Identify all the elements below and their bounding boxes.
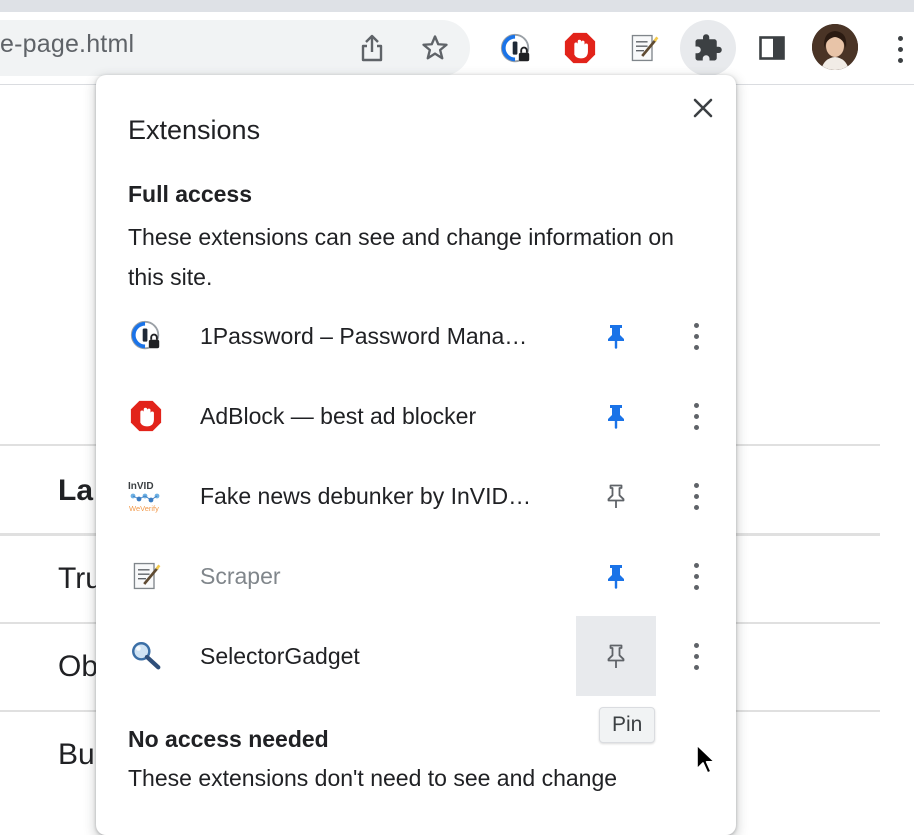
extension-name[interactable]: SelectorGadget	[200, 643, 360, 670]
more-options-button[interactable]	[680, 396, 712, 436]
1password-icon	[128, 318, 164, 354]
unpinned-icon	[607, 644, 625, 668]
popup-title: Extensions	[128, 115, 261, 145]
pinned-icon	[608, 565, 624, 589]
more-options-button[interactable]	[680, 556, 712, 596]
svg-text:InVID: InVID	[128, 481, 154, 492]
page-heading-fragment: La	[58, 474, 94, 507]
extension-name[interactable]: Scraper	[200, 563, 281, 590]
pin-button[interactable]	[576, 456, 656, 536]
pinned-icon	[608, 405, 624, 429]
adblock-icon	[128, 398, 164, 434]
adblock-icon[interactable]	[562, 30, 598, 66]
pinned-icon	[608, 325, 624, 349]
url-text[interactable]: e-page.html	[0, 30, 134, 59]
mouse-cursor-icon	[695, 743, 717, 782]
extension-row-adblock[interactable]: AdBlock — best ad blocker	[96, 376, 736, 456]
extension-name[interactable]: 1Password – Password Mana…	[200, 323, 527, 350]
pin-button[interactable]	[576, 376, 656, 456]
section-description: These extensions don't need to see and c…	[128, 765, 618, 791]
more-options-button[interactable]	[680, 636, 712, 676]
unpinned-icon	[607, 484, 625, 508]
extension-name[interactable]: AdBlock — best ad blocker	[200, 403, 476, 430]
extension-row-invid[interactable]: InVID WeVerify Fake news debunker by InV…	[96, 456, 736, 536]
close-icon	[693, 98, 713, 118]
pin-tooltip: Pin	[599, 707, 656, 743]
1password-icon[interactable]	[498, 31, 534, 67]
puzzle-icon	[690, 30, 726, 66]
page-row-fragment: Ob	[58, 650, 99, 683]
section-description: These extensions can see and change info…	[128, 224, 674, 290]
invid-logo-icon: InVID WeVerify	[128, 478, 164, 514]
pin-button[interactable]	[576, 616, 656, 696]
kebab-menu-icon[interactable]	[888, 32, 912, 66]
magnifier-icon	[128, 638, 164, 674]
section-heading-no-access: No access needed	[128, 726, 329, 752]
more-options-button[interactable]	[680, 316, 712, 356]
extension-row-scraper[interactable]: Scraper	[96, 536, 736, 616]
extension-row-1password[interactable]: 1Password – Password Mana…	[96, 296, 736, 376]
pin-button[interactable]	[576, 296, 656, 376]
section-heading-full-access: Full access	[128, 181, 253, 207]
page-row-fragment: Bu	[58, 738, 95, 771]
extensions-popup: Extensions Full access These extensions …	[96, 75, 736, 835]
scraper-icon	[128, 558, 164, 594]
tab-strip	[0, 0, 914, 12]
share-icon[interactable]	[356, 32, 388, 64]
close-button[interactable]	[688, 93, 718, 123]
scraper-icon[interactable]	[626, 30, 662, 66]
extension-row-selectorgadget[interactable]: SelectorGadget	[96, 616, 736, 696]
side-panel-icon[interactable]	[756, 32, 788, 64]
extension-name[interactable]: Fake news debunker by InVID…	[200, 483, 531, 510]
more-options-button[interactable]	[680, 476, 712, 516]
avatar[interactable]	[812, 24, 858, 70]
star-icon[interactable]	[418, 31, 452, 65]
svg-text:WeVerify: WeVerify	[129, 504, 159, 513]
pin-button[interactable]	[576, 536, 656, 616]
